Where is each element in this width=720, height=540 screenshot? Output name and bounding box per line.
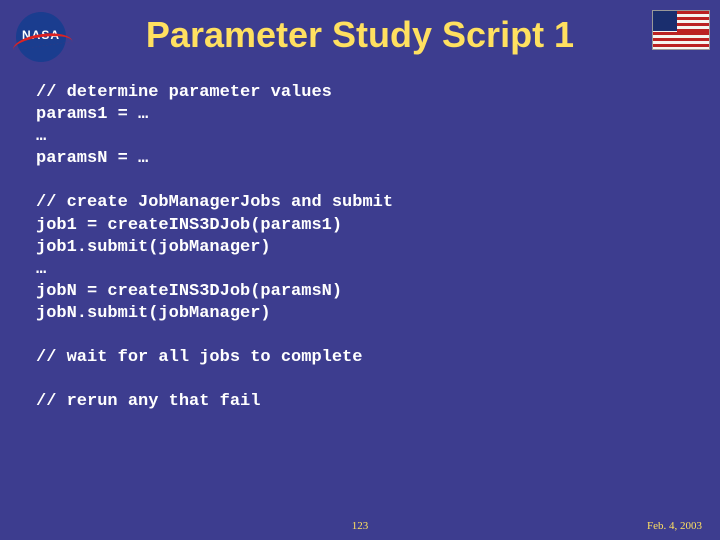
code-block: // determine parameter values params1 = … (36, 82, 684, 413)
page-number: 123 (0, 520, 720, 532)
slide: NASA Parameter Study Script 1 // determi… (0, 0, 720, 540)
slide-title: Parameter Study Script 1 (0, 14, 720, 56)
slide-date: Feb. 4, 2003 (647, 520, 702, 532)
